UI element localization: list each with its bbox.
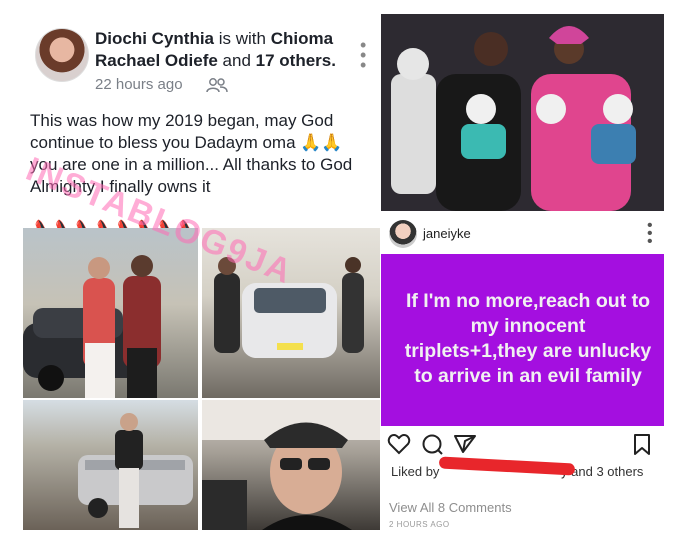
- ig-action-bar: [387, 433, 650, 455]
- instagram-post: janeiyke • • • If I'm no more,reach out to…: [381, 212, 664, 540]
- photo-woman-car-art: [78, 413, 193, 528]
- bookmark-icon[interactable]: [634, 434, 650, 455]
- photo-couple-car[interactable]: [23, 228, 198, 398]
- heart-icon[interactable]: [387, 433, 411, 455]
- photo-woman-selfie[interactable]: [202, 400, 380, 530]
- ig-time-ago: 2 HOURS AGO: [389, 520, 450, 529]
- post-header: Diochi Cynthia is with Chioma Rachael Od…: [95, 28, 355, 72]
- ig-more-options-icon[interactable]: • • •: [647, 218, 653, 250]
- photo-couple-car-art: [23, 255, 161, 398]
- ig-user-avatar[interactable]: [389, 220, 417, 248]
- post-timestamp[interactable]: 22 hours ago: [95, 76, 183, 93]
- family-photo[interactable]: [381, 14, 664, 211]
- author-name[interactable]: Diochi Cynthia: [95, 29, 214, 48]
- ig-view-comments[interactable]: View All 8 Comments: [389, 500, 512, 515]
- family-photo-art: [381, 14, 664, 211]
- with-text: is with: [214, 29, 271, 48]
- ig-username[interactable]: janeiyke: [423, 226, 471, 241]
- photo-woman-car[interactable]: [23, 400, 198, 530]
- friends-audience-icon: [206, 78, 228, 93]
- and-text: and: [217, 51, 256, 70]
- comment-icon[interactable]: [422, 434, 443, 455]
- ig-post-image[interactable]: If I'm no more,reach out to my innocent …: [381, 254, 664, 426]
- author-avatar[interactable]: [35, 28, 89, 82]
- liked-by-prefix: Liked by: [391, 464, 440, 479]
- ig-post-message: If I'm no more,reach out to my innocent …: [404, 290, 652, 387]
- more-options-icon[interactable]: • • •: [360, 36, 366, 74]
- photo-woman-selfie-art: [202, 400, 380, 530]
- tagged-others[interactable]: 17 others.: [256, 51, 336, 70]
- share-icon[interactable]: [454, 435, 476, 453]
